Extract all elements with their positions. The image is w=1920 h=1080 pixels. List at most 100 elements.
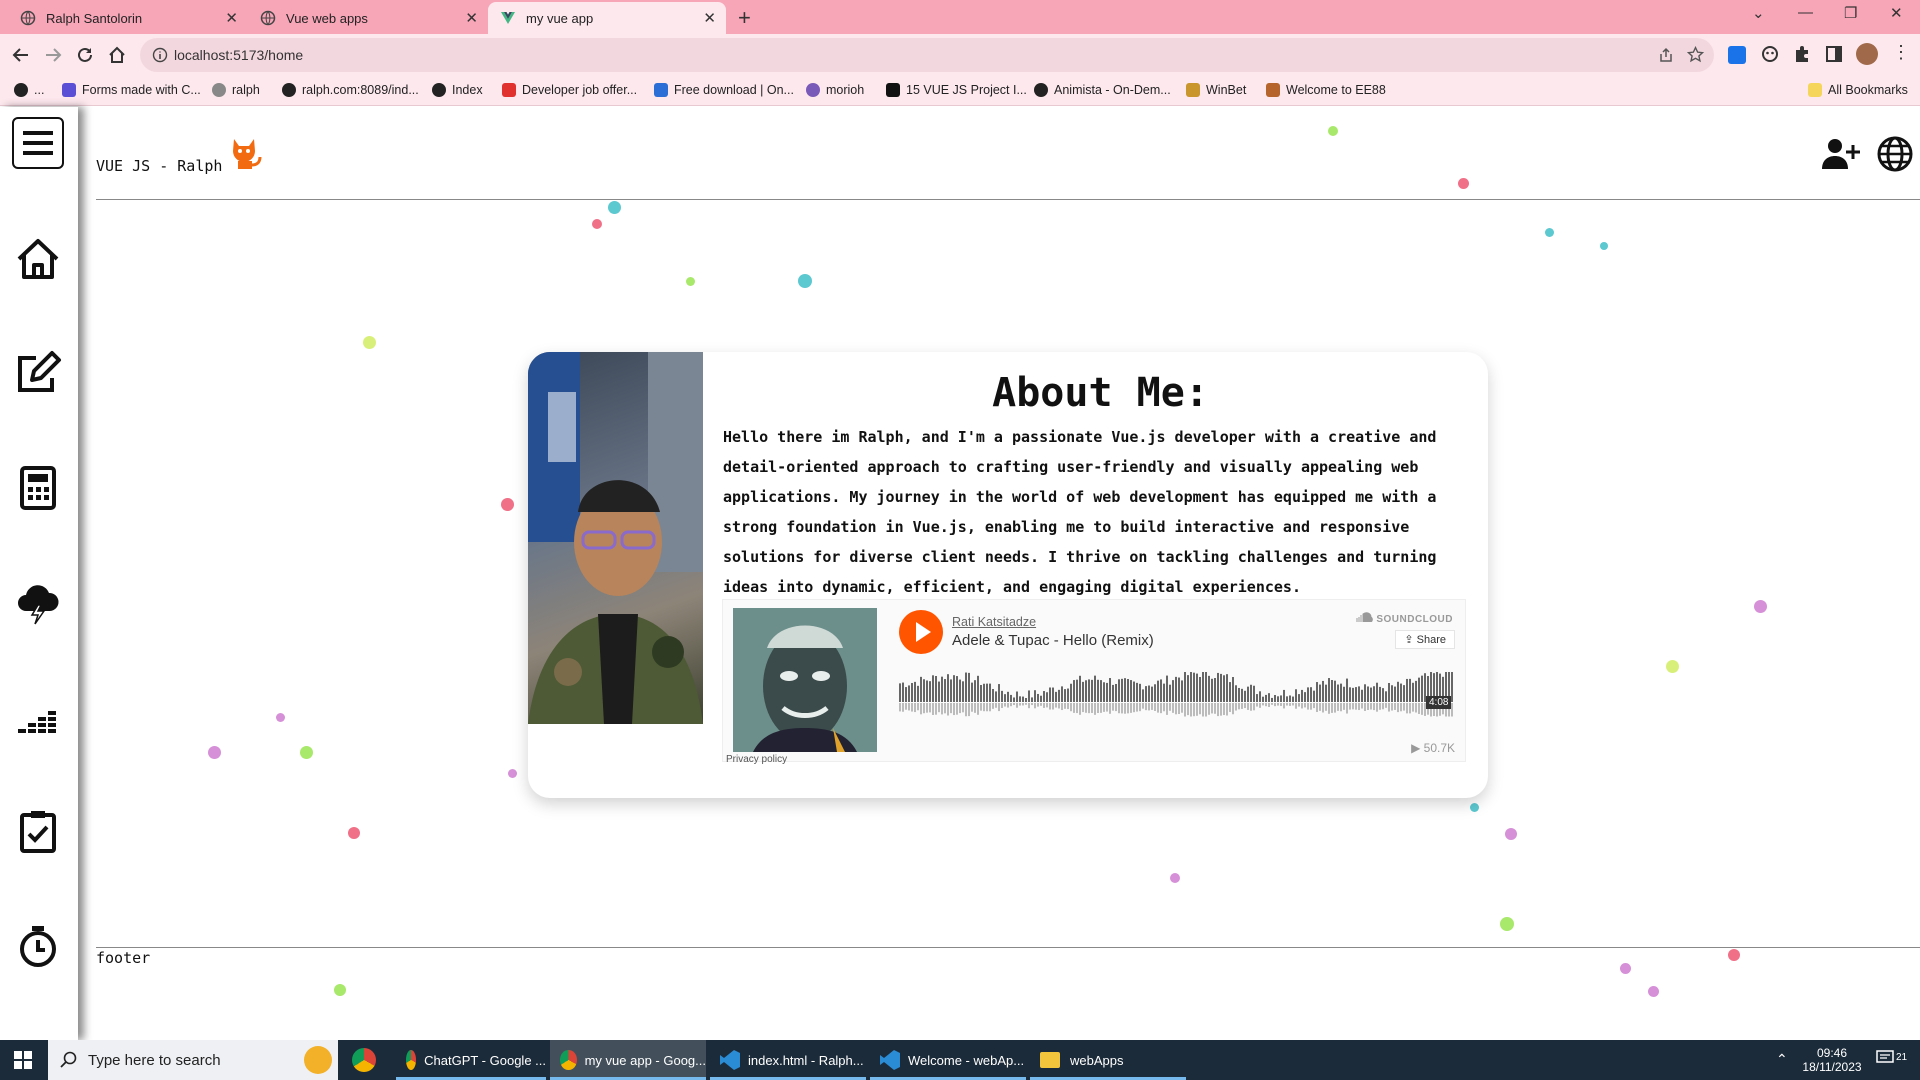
language-globe-icon[interactable] — [1876, 135, 1914, 173]
share-button[interactable]: ⇪ Share — [1395, 630, 1455, 649]
waveform-bar — [1115, 683, 1117, 702]
tab-search-icon[interactable]: ⌄ — [1752, 4, 1765, 22]
close-tab-icon[interactable]: ✕ — [465, 9, 478, 27]
taskbar-task-my-vue-app[interactable]: my vue app - Goog... — [550, 1040, 706, 1080]
waveform-reflection — [1028, 703, 1030, 709]
taskbar-task-vscode-index[interactable]: index.html - Ralph... — [710, 1040, 866, 1080]
add-user-icon[interactable] — [1822, 137, 1860, 171]
waveform-bar — [1259, 691, 1261, 702]
minimize-icon[interactable]: — — [1798, 4, 1813, 21]
home-icon[interactable] — [106, 44, 128, 66]
waveform-reflection — [989, 703, 991, 712]
tab-vue-web-apps[interactable]: Vue web apps ✕ — [248, 2, 488, 34]
waveform-bar — [911, 682, 913, 702]
waveform-reflection — [1238, 703, 1240, 710]
play-icon — [916, 622, 931, 642]
close-tab-icon[interactable]: ✕ — [225, 9, 238, 27]
sidebar-item-weather[interactable] — [14, 579, 62, 627]
about-text: Hello there im Ralph, and I'm a passiona… — [723, 428, 1437, 596]
waveform-bar — [1274, 694, 1276, 702]
waveform-reflection — [1274, 703, 1276, 707]
waveform-bar — [926, 680, 928, 702]
bookmark-label: WinBet — [1206, 83, 1247, 97]
waveform-reflection — [1085, 703, 1087, 713]
waveform-bar — [1031, 697, 1033, 702]
track-artist-link[interactable]: Rati Katsitadze — [952, 615, 1036, 629]
close-tab-icon[interactable]: ✕ — [703, 9, 716, 27]
bookmark-item[interactable]: Index — [432, 83, 483, 97]
waveform-bar — [980, 684, 982, 702]
waveform-reflection — [1379, 703, 1381, 710]
waveform-reflection — [983, 703, 985, 712]
waveform-seekbar[interactable] — [899, 662, 1455, 726]
bookmark-item[interactable]: Animista - On-Dem... — [1034, 83, 1171, 97]
all-bookmarks[interactable]: All Bookmarks — [1808, 83, 1908, 97]
system-clock[interactable]: 09:46 18/11/2023 — [1798, 1046, 1866, 1074]
edit-icon — [18, 351, 61, 392]
sidebar-item-calculator[interactable] — [14, 464, 62, 512]
extension-icon[interactable] — [1728, 46, 1746, 64]
side-panel-icon[interactable] — [1824, 44, 1844, 64]
waveform-reflection — [1166, 703, 1168, 715]
waveform-bar — [1019, 696, 1021, 702]
ghost-extension-icon[interactable] — [1760, 44, 1780, 64]
taskbar-task-vscode-welcome[interactable]: Welcome - webAp... — [870, 1040, 1026, 1080]
taskbar-task-explorer-webapps[interactable]: webApps — [1030, 1040, 1186, 1080]
soundcloud-brand[interactable]: SOUNDCLOUD — [1355, 612, 1453, 625]
close-window-icon[interactable]: ✕ — [1890, 4, 1903, 22]
tab-ralph-santolorin[interactable]: Ralph Santolorin ✕ — [8, 2, 248, 34]
back-icon[interactable] — [10, 44, 32, 66]
bookmark-item[interactable]: ralph — [212, 83, 260, 97]
waveform-bar — [1199, 676, 1201, 702]
waveform-reflection — [1160, 703, 1162, 714]
bookmark-item[interactable]: morioh — [806, 83, 864, 97]
bookmark-item[interactable]: Free download | On... — [654, 83, 794, 97]
chrome-icon — [560, 1050, 577, 1070]
bookmark-item[interactable]: 15 VUE JS Project I... — [886, 83, 1027, 97]
waveform-reflection — [1139, 703, 1141, 712]
waveform-reflection — [1055, 703, 1057, 708]
sidebar-item-timer[interactable] — [14, 922, 62, 970]
bookmark-item[interactable]: Developer job offer... — [502, 83, 637, 97]
taskbar-search-box[interactable]: Type here to search — [48, 1040, 338, 1080]
bookmark-item[interactable]: Forms made with C... — [62, 83, 201, 97]
puzzle-icon[interactable] — [1792, 44, 1812, 64]
track-title[interactable]: Adele & Tupac - Hello (Remix) — [952, 632, 1154, 649]
reload-icon[interactable] — [74, 44, 96, 66]
sidebar-item-chart[interactable] — [14, 693, 62, 741]
new-tab-icon[interactable]: + — [738, 5, 751, 31]
sidebar-item-edit[interactable] — [14, 350, 62, 398]
restore-icon[interactable]: ❐ — [1844, 4, 1857, 22]
bookmark-item[interactable]: ... — [14, 83, 44, 97]
privacy-policy-link[interactable]: Privacy policy — [726, 754, 787, 765]
address-bar[interactable]: localhost:5173/home — [140, 38, 1714, 72]
sidebar-item-home[interactable] — [14, 235, 62, 283]
tab-my-vue-app[interactable]: my vue app ✕ — [488, 2, 726, 34]
menu-dots-icon[interactable]: ⋮ — [1892, 42, 1910, 63]
notification-center[interactable]: 21 — [1876, 1050, 1912, 1066]
show-hidden-icons-icon[interactable]: ⌃ — [1776, 1052, 1788, 1066]
hamburger-menu-button[interactable] — [12, 117, 64, 169]
windows-start-icon[interactable] — [14, 1051, 32, 1069]
bookmark-item[interactable]: ralph.com:8089/ind... — [282, 83, 419, 97]
bookmark-item[interactable]: Welcome to EE88 — [1266, 83, 1386, 97]
taskbar-task-chatgpt[interactable]: ChatGPT - Google ... — [396, 1040, 546, 1080]
cat-logo-icon — [228, 135, 264, 171]
waveform-bar — [1142, 689, 1144, 702]
site-info-icon[interactable] — [152, 47, 168, 63]
forward-icon[interactable] — [42, 44, 64, 66]
play-button[interactable] — [899, 610, 943, 654]
waveform-reflection — [1223, 703, 1225, 716]
waveform-reflection — [1172, 703, 1174, 713]
bookmark-item[interactable]: WinBet — [1186, 83, 1246, 97]
bookmark-favicon-icon — [432, 83, 446, 97]
waveform-bar — [1220, 673, 1222, 702]
particle — [1754, 600, 1767, 613]
share-icon[interactable] — [1658, 47, 1674, 63]
browser-tab-bar: Ralph Santolorin ✕ Vue web apps ✕ my vue… — [0, 0, 1920, 34]
profile-avatar[interactable] — [1856, 43, 1878, 65]
bookmark-star-icon[interactable] — [1687, 46, 1704, 63]
chrome-icon[interactable] — [352, 1048, 376, 1072]
waveform-reflection — [1265, 703, 1267, 707]
sidebar-item-tasks[interactable] — [14, 807, 62, 855]
